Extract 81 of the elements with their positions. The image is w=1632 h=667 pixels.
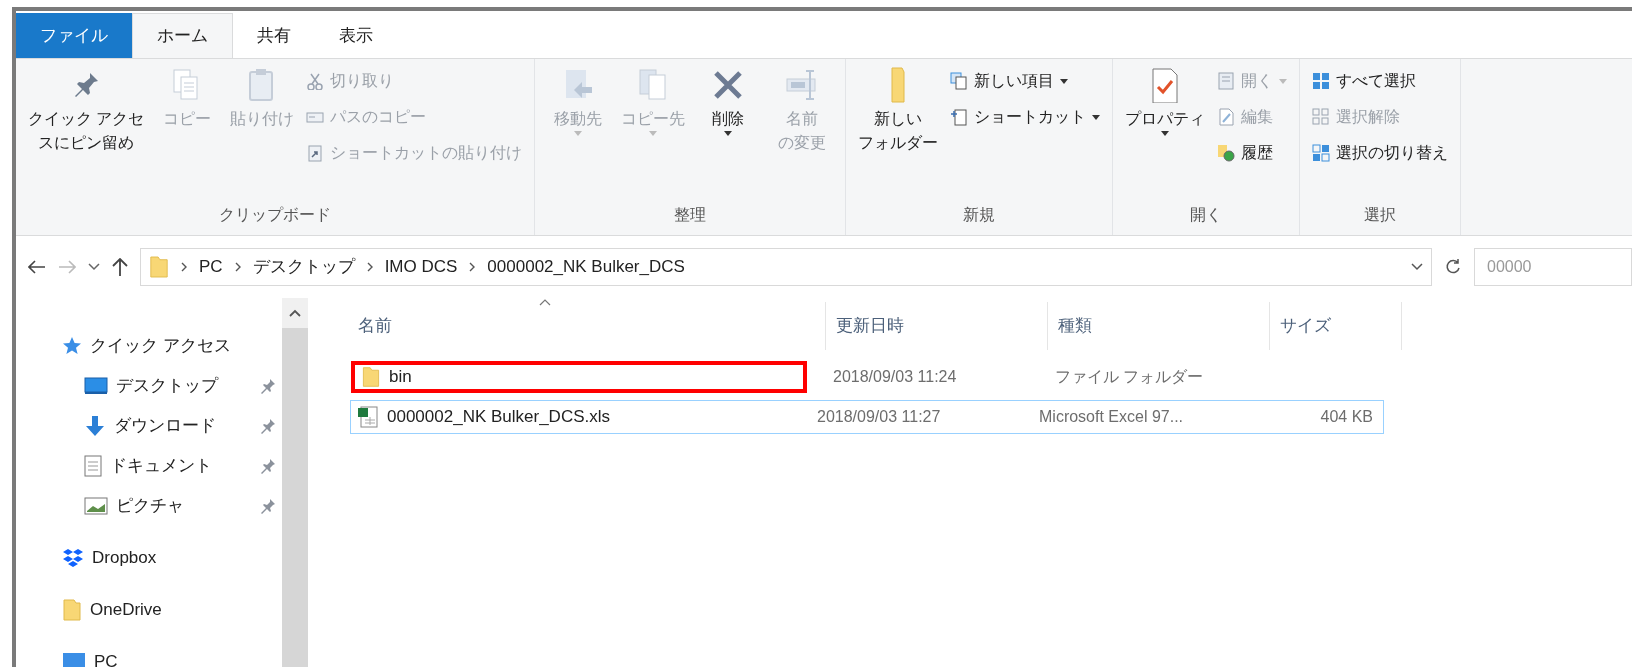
pin-icon xyxy=(260,378,276,394)
file-name: bin xyxy=(389,366,412,389)
folder-icon xyxy=(891,67,906,103)
pin-icon xyxy=(260,418,276,434)
star-icon xyxy=(62,336,82,356)
table-cell: ファイル フォルダー xyxy=(1055,368,1204,385)
spreadsheet-icon xyxy=(357,405,379,429)
nav-item[interactable]: ピクチャ xyxy=(62,486,276,526)
select-none-icon xyxy=(1312,108,1331,126)
chevron-right-icon xyxy=(181,262,187,272)
folder-icon xyxy=(361,366,381,388)
monitor-icon xyxy=(84,377,108,395)
table-cell: 2018/09/03 11:24 xyxy=(833,368,957,385)
nav-item[interactable]: OneDrive xyxy=(62,590,282,630)
ribbon-button[interactable]: ショートカット xyxy=(950,99,1101,135)
refresh-icon[interactable] xyxy=(1444,258,1462,276)
chevron-down-icon[interactable] xyxy=(88,263,100,271)
file-row[interactable]: 0000002_NK Bulker_DCS.xls 2018/09/03 11:27 Microsoft Excel 97... 404 KB xyxy=(350,400,1384,434)
open-icon xyxy=(1217,72,1236,90)
breadcrumb[interactable]: 0000002_NK Bulker_DCS xyxy=(487,254,685,280)
new-item-icon xyxy=(950,72,969,90)
column-header[interactable]: 更新日時 xyxy=(826,302,1048,350)
folder-icon xyxy=(149,255,169,279)
back-arrow-icon[interactable] xyxy=(28,260,46,274)
up-arrow-icon[interactable] xyxy=(112,258,128,276)
file-row[interactable]: bin 2018/09/03 11:24 ファイル フォルダー xyxy=(350,360,1400,394)
table-cell: Microsoft Excel 97... xyxy=(1039,408,1184,425)
chevron-down-icon[interactable] xyxy=(1411,263,1423,271)
breadcrumb[interactable]: PC xyxy=(199,254,223,280)
ribbon-button[interactable]: プロパティ xyxy=(1121,63,1210,136)
nav-item[interactable]: ダウンロード xyxy=(62,406,276,446)
pin-icon xyxy=(260,498,276,514)
ribbon-tab[interactable]: ホーム xyxy=(132,13,233,58)
ribbon-tab[interactable]: 共有 xyxy=(233,13,315,58)
nav-item[interactable]: Dropbox xyxy=(62,538,282,578)
ribbon-button[interactable]: 履歴 xyxy=(1217,135,1288,171)
file-tab[interactable]: ファイル xyxy=(16,13,132,58)
pin-icon xyxy=(260,458,276,474)
group-label: クリップボード xyxy=(218,205,333,225)
file-name: 0000002_NK Bulker_DCS.xls xyxy=(387,406,610,429)
address-bar[interactable]: PC デスクトップ IMO DCS 0000002_NK Bulker_DCS xyxy=(140,248,1432,286)
ribbon-button[interactable]: 削除 xyxy=(693,63,764,136)
group-label: 新規 xyxy=(962,205,997,225)
scrollbar[interactable] xyxy=(282,298,308,667)
group-label: 開く xyxy=(1189,205,1224,225)
breadcrumb[interactable]: デスクトップ xyxy=(252,254,355,280)
nav-item[interactable]: ドキュメント xyxy=(62,446,276,486)
dropbox-icon xyxy=(62,548,84,568)
column-header[interactable]: 種類 xyxy=(1048,302,1270,350)
ribbon-button[interactable]: 新しい フォルダー xyxy=(854,63,943,155)
history-icon xyxy=(1217,144,1236,162)
scroll-up-icon[interactable] xyxy=(289,309,301,317)
nav-item[interactable]: クイック アクセス xyxy=(62,326,282,366)
folder-icon xyxy=(62,598,82,622)
table-cell: 404 KB xyxy=(1320,408,1373,425)
picture-icon xyxy=(84,497,108,515)
chevron-right-icon xyxy=(469,262,476,272)
scissors-icon xyxy=(306,72,325,90)
monitor-icon xyxy=(62,652,86,667)
nav-item[interactable]: PC xyxy=(62,642,282,667)
nav-item[interactable]: デスクトップ xyxy=(62,366,276,406)
table-cell: 2018/09/03 11:27 xyxy=(817,408,941,425)
shortcut-icon xyxy=(306,144,325,162)
shortcut-icon xyxy=(950,108,969,126)
download-arrow-icon xyxy=(84,415,106,437)
edit-icon xyxy=(1217,108,1236,126)
column-header[interactable]: 名前 xyxy=(348,302,826,350)
group-label: 選択 xyxy=(1363,205,1398,225)
group-label: 整理 xyxy=(673,205,708,225)
ribbon-button[interactable]: すべて選択 xyxy=(1312,63,1449,99)
chevron-right-icon xyxy=(366,262,373,272)
ribbon-button[interactable]: 選択の切り替え xyxy=(1312,135,1449,171)
chevron-right-icon xyxy=(234,262,241,272)
document-icon xyxy=(84,455,102,477)
select-all-icon xyxy=(1312,72,1331,90)
invert-selection-icon xyxy=(1312,144,1331,162)
ribbon-button[interactable]: 新しい項目 xyxy=(950,63,1101,99)
column-header[interactable]: サイズ xyxy=(1270,302,1402,350)
ribbon-tab[interactable]: 表示 xyxy=(315,13,397,58)
ribbon-button[interactable]: クイック アクセ スにピン留め xyxy=(24,63,149,155)
breadcrumb[interactable]: IMO DCS xyxy=(384,254,458,280)
